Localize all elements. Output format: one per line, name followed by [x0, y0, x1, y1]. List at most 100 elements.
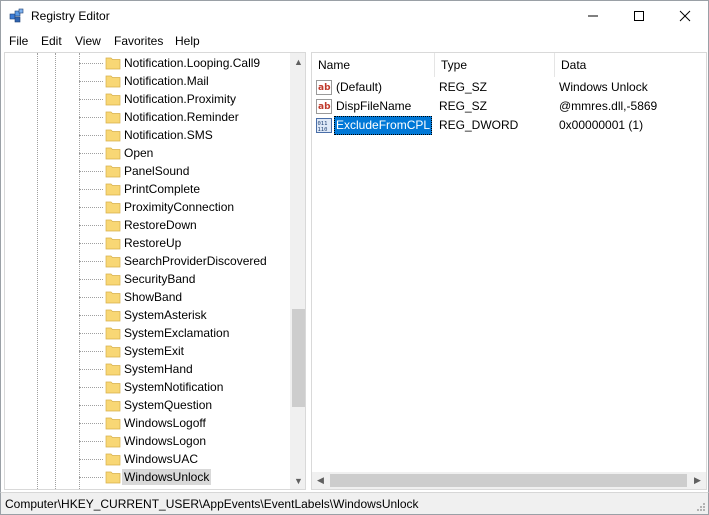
column-header-data[interactable]: Data	[555, 53, 706, 77]
tree-item-label: RestoreUp	[124, 236, 182, 250]
folder-icon	[105, 237, 121, 250]
menu-edit[interactable]: Edit	[41, 34, 62, 48]
folder-icon	[105, 417, 121, 430]
tree-item[interactable]: PanelSound	[5, 162, 295, 180]
tree-connector	[79, 297, 103, 298]
folder-icon	[105, 165, 121, 178]
binary-value-icon: 011110	[316, 118, 332, 133]
tree-connector	[79, 153, 103, 154]
tree-item[interactable]: SystemExit	[5, 342, 295, 360]
maximize-button[interactable]	[616, 1, 662, 31]
folder-icon	[105, 381, 121, 394]
tree-item[interactable]: Notification.SMS	[5, 126, 295, 144]
close-button[interactable]	[662, 1, 708, 31]
folder-icon	[105, 57, 121, 70]
folder-icon	[105, 219, 121, 232]
folder-icon	[105, 399, 121, 412]
folder-icon	[105, 471, 121, 484]
tree-connector	[79, 351, 103, 352]
tree-connector	[79, 207, 103, 208]
tree-item-label: SystemQuestion	[124, 398, 213, 412]
tree-item[interactable]: WindowsUnlock	[5, 468, 295, 486]
tree-item[interactable]: Open	[5, 144, 295, 162]
registry-tree[interactable]: Notification.Looping.Call9 Notification.M…	[4, 52, 306, 490]
column-header-type[interactable]: Type	[435, 53, 555, 77]
status-bar: Computer\HKEY_CURRENT_USER\AppEvents\Eve…	[0, 492, 709, 515]
tree-item[interactable]: RestoreUp	[5, 234, 295, 252]
resize-grip-icon[interactable]	[696, 502, 706, 512]
tree-item-label: WindowsLogon	[124, 434, 207, 448]
minimize-icon	[588, 15, 598, 17]
tree-item-label: SystemExit	[124, 344, 185, 358]
tree-item-label: ProximityConnection	[124, 200, 235, 214]
tree-item[interactable]: SearchProviderDiscovered	[5, 252, 295, 270]
tree-item-label: SystemExclamation	[124, 326, 230, 340]
tree-item[interactable]: RestoreDown	[5, 216, 295, 234]
tree-scroll-thumb[interactable]	[292, 309, 305, 407]
tree-item[interactable]: Notification.Proximity	[5, 90, 295, 108]
value-name: DispFileName	[336, 99, 412, 113]
values-list[interactable]: Name Type Data ab (Default) REG_SZ Windows …	[311, 52, 707, 490]
tree-connector	[79, 135, 103, 136]
tree-item[interactable]: SystemHand	[5, 360, 295, 378]
value-name: ExcludeFromCPL	[334, 116, 433, 135]
folder-icon	[105, 273, 121, 286]
tree-connector	[79, 459, 103, 460]
menu-view[interactable]: View	[75, 34, 101, 48]
scroll-down-arrow-icon[interactable]: ▼	[290, 472, 305, 489]
tree-item[interactable]: PrintComplete	[5, 180, 295, 198]
tree-item-label: ShowBand	[124, 290, 183, 304]
column-header-name[interactable]: Name	[312, 53, 435, 77]
tree-item[interactable]: WindowsUAC	[5, 450, 295, 468]
folder-icon	[105, 111, 121, 124]
tree-connector	[79, 477, 103, 478]
svg-text:110: 110	[318, 127, 328, 133]
value-type: REG_SZ	[439, 80, 488, 94]
tree-item-label: SystemHand	[124, 362, 193, 376]
value-row[interactable]: ab (Default) REG_SZ Windows Unlock	[312, 78, 706, 97]
tree-item[interactable]: WindowsLogoff	[5, 414, 295, 432]
tree-item-label: SecurityBand	[124, 272, 196, 286]
tree-item[interactable]: SystemAsterisk	[5, 306, 295, 324]
menu-help[interactable]: Help	[175, 34, 200, 48]
tree-item[interactable]: Notification.Reminder	[5, 108, 295, 126]
tree-item-label: Notification.SMS	[124, 128, 213, 142]
tree-item[interactable]: SystemNotification	[5, 378, 295, 396]
tree-item[interactable]: SystemExclamation	[5, 324, 295, 342]
list-scroll-thumb[interactable]	[330, 474, 687, 487]
scroll-left-arrow-icon[interactable]: ◀	[312, 472, 329, 489]
list-horizontal-scrollbar[interactable]: ◀ ▶	[312, 472, 706, 489]
folder-icon	[105, 363, 121, 376]
tree-item-label: SystemNotification	[124, 380, 224, 394]
folder-icon	[105, 147, 121, 160]
tree-item-label: SystemAsterisk	[124, 308, 207, 322]
scroll-right-arrow-icon[interactable]: ▶	[689, 472, 706, 489]
value-row[interactable]: ab DispFileName REG_SZ @mmres.dll,-5869	[312, 97, 706, 116]
folder-icon	[105, 309, 121, 322]
maximize-icon	[634, 11, 644, 21]
menu-bar: File Edit View Favorites Help	[0, 31, 709, 51]
tree-item[interactable]: SystemQuestion	[5, 396, 295, 414]
tree-item[interactable]: SecurityBand	[5, 270, 295, 288]
tree-vertical-scrollbar[interactable]: ▲ ▼	[290, 53, 305, 489]
folder-icon	[105, 255, 121, 268]
tree-item-label: WindowsLogoff	[124, 416, 206, 430]
tree-connector	[79, 99, 103, 100]
menu-favorites[interactable]: Favorites	[114, 34, 163, 48]
scroll-up-arrow-icon[interactable]: ▲	[290, 53, 305, 70]
tree-connector	[79, 369, 103, 370]
tree-connector	[79, 225, 103, 226]
value-type: REG_DWORD	[439, 118, 519, 132]
value-name: (Default)	[336, 80, 383, 94]
minimize-button[interactable]	[570, 1, 616, 31]
tree-item[interactable]: ShowBand	[5, 288, 295, 306]
tree-item-label: SearchProviderDiscovered	[124, 254, 267, 268]
tree-connector	[79, 261, 103, 262]
tree-item[interactable]: Notification.Looping.Call9	[5, 54, 295, 72]
tree-item[interactable]: Notification.Mail	[5, 72, 295, 90]
tree-item[interactable]: WindowsLogon	[5, 432, 295, 450]
tree-item[interactable]: ProximityConnection	[5, 198, 295, 216]
tree-item-label: WindowsUnlock	[122, 469, 212, 485]
menu-file[interactable]: File	[9, 34, 28, 48]
value-row[interactable]: 011 110 ExcludeFromCPL REG_DWORD 0x00000001 …	[312, 116, 706, 135]
